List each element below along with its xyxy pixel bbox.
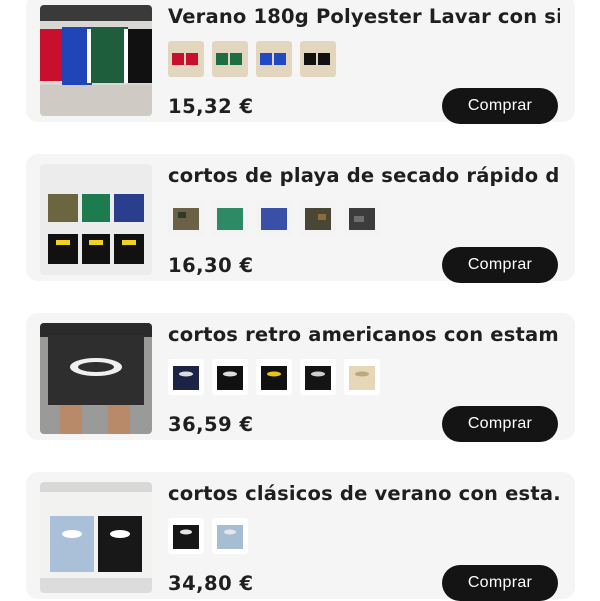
product-title[interactable]: Verano 180g Polyester Lavar con si...: [168, 0, 560, 38]
shorts-grid-photo: [40, 164, 152, 275]
color-swatch[interactable]: [300, 200, 337, 236]
model-wearing-shorts-photo: [40, 323, 152, 434]
black-shorts-icon: [212, 359, 249, 395]
denim-shorts-display-photo: [40, 482, 152, 593]
color-swatch[interactable]: [168, 518, 204, 554]
product-card[interactable]: cortos clásicos de verano con esta... 34…: [26, 472, 575, 601]
buy-button[interactable]: Comprar: [442, 247, 558, 283]
color-swatch[interactable]: [212, 200, 249, 236]
buy-button[interactable]: Comprar: [442, 406, 558, 442]
black-denim-shorts-icon: [168, 518, 204, 554]
color-swatches: [168, 41, 339, 77]
color-swatch[interactable]: [300, 41, 337, 77]
product-title[interactable]: cortos clásicos de verano con esta...: [168, 473, 560, 515]
product-card[interactable]: Verano 180g Polyester Lavar con si... 15…: [26, 0, 575, 124]
product-title[interactable]: cortos retro americanos con estamp...: [168, 314, 560, 356]
color-swatches: [168, 200, 383, 236]
product-price: 15,32 €: [168, 95, 254, 118]
green-shorts-icon: [212, 200, 249, 236]
brown-camo-shorts-icon: [300, 200, 337, 236]
product-price: 16,30 €: [168, 254, 254, 277]
product-price: 36,59 €: [168, 413, 254, 436]
red-shorts-icon: [168, 41, 204, 77]
color-swatch[interactable]: [212, 41, 249, 77]
product-image[interactable]: [40, 5, 152, 116]
color-swatches: [168, 518, 251, 554]
color-swatch[interactable]: [212, 359, 249, 395]
color-swatch[interactable]: [256, 41, 293, 77]
light-denim-shorts-icon: [212, 518, 249, 554]
black-shorts-icon: [300, 41, 337, 77]
black-shorts-icon: [300, 359, 337, 395]
color-swatch[interactable]: [168, 359, 204, 395]
beige-shorts-icon: [344, 359, 381, 395]
buy-button[interactable]: Comprar: [442, 88, 558, 124]
product-image[interactable]: [40, 323, 152, 434]
buy-button[interactable]: Comprar: [442, 565, 558, 601]
product-image[interactable]: [40, 482, 152, 593]
color-swatch[interactable]: [212, 518, 249, 554]
product-card[interactable]: cortos retro americanos con estamp... 36…: [26, 313, 575, 442]
product-card[interactable]: cortos de playa de secado rápido de... 1…: [26, 154, 575, 283]
product-title[interactable]: cortos de playa de secado rápido de...: [168, 155, 560, 197]
blue-shorts-icon: [256, 41, 293, 77]
blue-shorts-icon: [256, 200, 293, 236]
green-shorts-icon: [212, 41, 249, 77]
dark-camo-shorts-icon: [344, 200, 381, 236]
shorts-set-photo: [40, 5, 152, 116]
color-swatch[interactable]: [256, 359, 293, 395]
navy-shorts-icon: [168, 359, 204, 395]
camo-shorts-icon: [168, 200, 204, 236]
color-swatch[interactable]: [344, 200, 381, 236]
color-swatch[interactable]: [256, 200, 293, 236]
color-swatch[interactable]: [344, 359, 381, 395]
color-swatch[interactable]: [168, 200, 204, 236]
product-image[interactable]: [40, 164, 152, 275]
color-swatches: [168, 359, 383, 395]
color-swatch[interactable]: [300, 359, 337, 395]
product-price: 34,80 €: [168, 572, 254, 595]
black-yellow-print-shorts-icon: [256, 359, 293, 395]
color-swatch[interactable]: [168, 41, 204, 77]
